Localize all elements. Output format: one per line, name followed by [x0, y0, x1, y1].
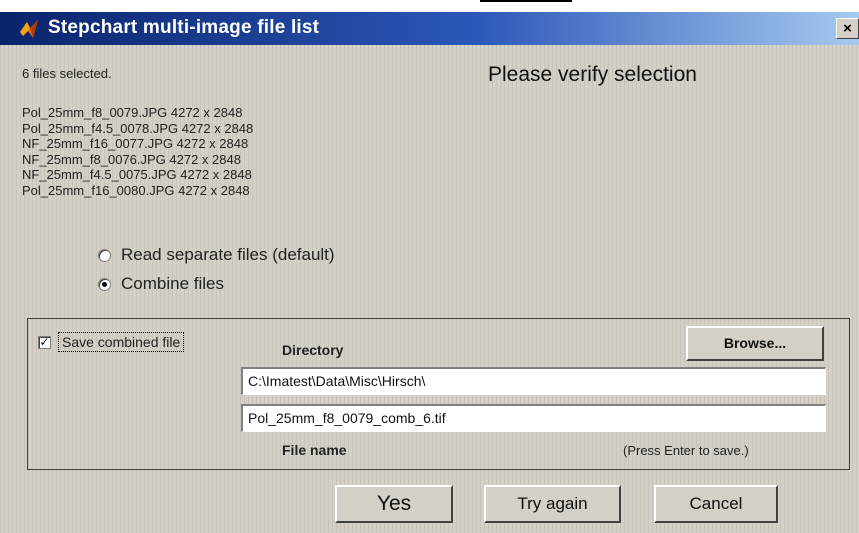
filename-label: File name	[282, 442, 347, 458]
save-group: ✓ Save combined file Directory Browse...…	[27, 318, 850, 470]
try-again-button[interactable]: Try again	[484, 485, 621, 523]
matlab-icon	[20, 20, 38, 38]
file-item: Pol_25mm_f4.5_0078.JPG 4272 x 2848	[22, 120, 254, 136]
file-item: NF_25mm_f8_0076.JPG 4272 x 2848	[22, 151, 241, 167]
top-strip	[0, 0, 859, 12]
page-heading: Please verify selection	[488, 63, 697, 86]
save-combined-label[interactable]: Save combined file	[58, 332, 185, 352]
filename-value: Pol_25mm_f8_0079_comb_6.tif	[248, 410, 446, 426]
save-combined-checkbox[interactable]: ✓	[38, 336, 51, 349]
radio-read-separate[interactable]: Read separate files (default)	[98, 243, 335, 267]
radio-label: Read separate files (default)	[121, 245, 335, 264]
cancel-label: Cancel	[689, 494, 743, 513]
directory-value: C:\Imatest\Data\Misc\Hirsch\	[248, 373, 426, 389]
yes-button[interactable]: Yes	[335, 485, 453, 523]
directory-field[interactable]: C:\Imatest\Data\Misc\Hirsch\	[241, 367, 826, 395]
yes-label: Yes	[376, 492, 412, 515]
file-item: NF_25mm_f4.5_0075.JPG 4272 x 2848	[22, 167, 252, 183]
dialog-body: 6 files selected. Please verify selectio…	[0, 45, 859, 533]
close-icon: ×	[843, 20, 852, 37]
radio-button[interactable]	[98, 277, 111, 291]
try-again-label: Try again	[517, 494, 588, 513]
radio-label: Combine files	[121, 274, 224, 293]
file-item: Pol_25mm_f8_0079.JPG 4272 x 2848	[22, 105, 243, 120]
title-bar: Stepchart multi-image file list ×	[0, 12, 859, 45]
save-hint: (Press Enter to save.)	[623, 443, 749, 458]
window-title: Stepchart multi-image file list	[48, 17, 320, 38]
file-item: NF_25mm_f16_0077.JPG 4272 x 2848	[22, 136, 249, 152]
browse-label: Browse...	[723, 335, 787, 351]
file-item: Pol_25mm_f16_0080.JPG 4272 x 2848	[22, 182, 250, 198]
cancel-button[interactable]: Cancel	[654, 485, 778, 523]
radio-combine[interactable]: Combine files	[98, 272, 224, 296]
file-list: Pol_25mm_f8_0079.JPG 4272 x 2848 Pol_25m…	[22, 105, 253, 199]
filename-field[interactable]: Pol_25mm_f8_0079_comb_6.tif	[241, 404, 826, 432]
checkmark-icon: ✓	[39, 335, 50, 349]
close-button[interactable]: ×	[836, 18, 859, 39]
selected-count: 6 files selected.	[22, 66, 112, 81]
radio-button[interactable]	[98, 248, 111, 262]
top-line	[480, 0, 572, 2]
browse-button[interactable]: Browse...	[686, 326, 824, 361]
directory-label: Directory	[282, 342, 344, 358]
